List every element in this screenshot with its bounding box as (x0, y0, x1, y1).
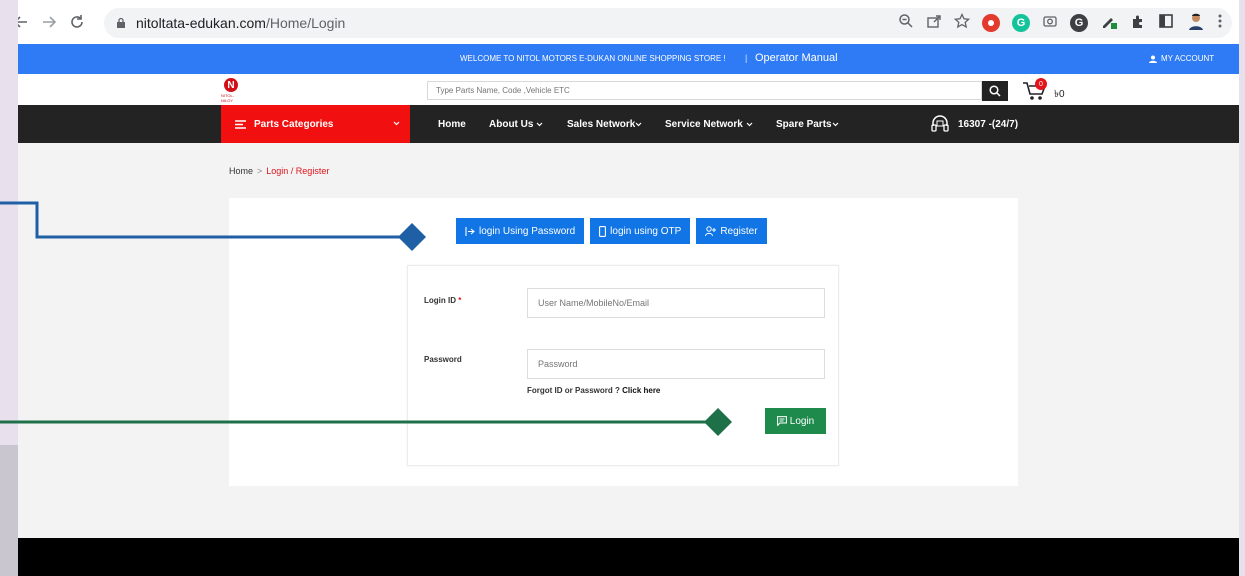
profile-avatar-icon[interactable] (1186, 11, 1206, 36)
pen-extension-icon[interactable] (1100, 12, 1118, 35)
zoom-icon[interactable] (898, 13, 914, 33)
lock-icon (114, 17, 128, 29)
url-path: /Home/Login (265, 15, 346, 31)
url-host: nitoltata-edukan.com (136, 15, 266, 31)
nav-spare-parts[interactable]: Spare Parts (776, 119, 839, 130)
chevron-down-icon (746, 122, 753, 127)
nav-about-us[interactable]: About Us (489, 119, 543, 130)
password-label: Password (424, 355, 462, 364)
parts-categories-label: Parts Categories (254, 118, 334, 130)
login-password-tab[interactable]: login Using Password (456, 218, 585, 244)
chevron-down-icon (635, 122, 642, 127)
welcome-text: WELCOME TO NITOL MOTORS E-DUKAN ONLINE S… (460, 54, 726, 63)
login-method-tabs: login Using Password login using OTP Reg… (456, 218, 767, 244)
extensions-puzzle-icon[interactable] (1130, 13, 1146, 34)
background-shape (0, 445, 18, 576)
login-button[interactable]: Login (765, 408, 826, 434)
my-account-label: MY ACCOUNT (1161, 54, 1215, 63)
browser-toolbar: nitoltata-edukan.com/Home/Login G G (18, 0, 1239, 44)
nav-service-network-label: Service Network (665, 119, 743, 130)
browser-menu-icon[interactable] (1218, 13, 1222, 34)
login-password-tab-label: login Using Password (479, 225, 576, 237)
user-icon (1149, 55, 1157, 63)
message-icon (776, 416, 787, 426)
page-footer (18, 538, 1239, 576)
forgot-password-link[interactable]: Click here (622, 386, 660, 395)
nav-about-us-label: About Us (489, 119, 534, 130)
url-text: nitoltata-edukan.com/Home/Login (136, 15, 345, 31)
breadcrumb-separator-icon: > (257, 166, 263, 176)
logo-mark: N (224, 78, 238, 92)
chevron-down-icon (536, 122, 543, 127)
menu-lines-icon (235, 119, 246, 129)
support-hotline: 16307 -(24/7) (930, 114, 1018, 134)
my-account-link[interactable]: MY ACCOUNT (1149, 54, 1214, 63)
side-panel-icon[interactable] (1158, 13, 1174, 34)
nav-service-network[interactable]: Service Network (665, 119, 753, 130)
register-tab[interactable]: Register (696, 218, 767, 244)
breadcrumb-current: Login / Register (266, 166, 330, 176)
login-form: Login ID * Password Forgot ID or Passwor… (407, 265, 839, 466)
toolbar-icons: G G (898, 8, 1222, 38)
share-icon[interactable] (926, 13, 942, 33)
password-input[interactable] (527, 349, 825, 379)
site-logo[interactable]: N NITOL-NILOY (221, 78, 241, 103)
topbar-separator: | (745, 53, 748, 63)
headset-icon (931, 115, 949, 132)
login-otp-tab-label: login using OTP (610, 225, 682, 237)
register-tab-label: Register (720, 225, 758, 237)
login-button-label: Login (789, 415, 815, 427)
bookmark-star-icon[interactable] (953, 12, 971, 33)
cart-total: ৳0 (1054, 89, 1065, 100)
background-frame-right (1239, 0, 1245, 576)
login-card: login Using Password login using OTP Reg… (229, 198, 1018, 486)
forgot-password-text: Forgot ID or Password ? Click here (527, 386, 660, 395)
forward-icon[interactable] (38, 11, 60, 33)
main-navigation: Parts Categories Home About Us Sales Net… (18, 105, 1239, 143)
cart-count-badge: 0 (1035, 78, 1047, 90)
parts-categories-button[interactable]: Parts Categories (221, 105, 410, 143)
forgot-password-prompt: Forgot ID or Password ? (527, 386, 620, 395)
reload-icon[interactable] (66, 11, 88, 33)
login-id-input[interactable] (527, 288, 825, 318)
welcome-bar: WELCOME TO NITOL MOTORS E-DUKAN ONLINE S… (18, 44, 1239, 74)
search-icon (989, 85, 1001, 97)
chevron-down-icon (832, 122, 839, 127)
back-icon[interactable] (18, 11, 32, 33)
header-search-row: N NITOL-NILOY 0 ৳0 (18, 74, 1239, 105)
search-button[interactable] (982, 81, 1008, 101)
sign-in-icon (465, 226, 475, 236)
breadcrumb-home[interactable]: Home (229, 166, 253, 176)
product-search-input[interactable] (427, 81, 982, 100)
login-otp-tab[interactable]: login using OTP (590, 218, 691, 244)
breadcrumb: Home > Login / Register (229, 166, 329, 176)
cart-button[interactable]: 0 (1022, 78, 1056, 102)
adblock-extension-icon[interactable] (982, 14, 1000, 32)
nav-home[interactable]: Home (438, 119, 466, 130)
logo-subtext: NITOL-NILOY (221, 93, 235, 103)
nav-sales-network-label: Sales Network (567, 119, 636, 130)
grammarly-extension-icon[interactable]: G (1012, 14, 1030, 32)
operator-manual-link[interactable]: Operator Manual (755, 52, 838, 64)
nav-spare-parts-label: Spare Parts (776, 119, 832, 130)
vpn-extension-icon[interactable]: G (1070, 14, 1088, 32)
browser-window: nitoltata-edukan.com/Home/Login G G WELC… (18, 0, 1239, 576)
add-user-icon (705, 226, 717, 236)
nav-sales-network[interactable]: Sales Network (567, 119, 642, 130)
support-number: 16307 -(24/7) (958, 118, 1019, 130)
address-bar[interactable]: nitoltata-edukan.com/Home/Login G G (104, 8, 1232, 38)
chevron-down-icon (393, 118, 400, 128)
mobile-phone-icon (599, 225, 607, 237)
required-marker: * (458, 296, 462, 305)
login-id-label-text: Login ID (424, 296, 456, 305)
login-id-label: Login ID * (424, 296, 461, 305)
camera-extension-icon[interactable] (1042, 13, 1058, 33)
